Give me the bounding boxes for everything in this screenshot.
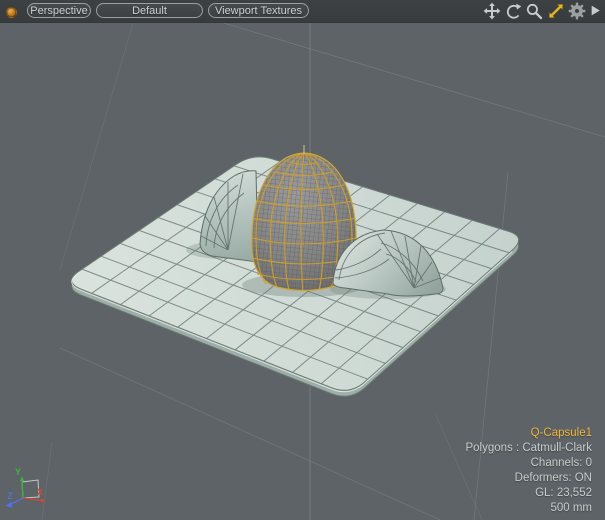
settings-gear-icon[interactable]	[568, 2, 586, 20]
modo-viewport-window: Perspective Default Viewport Textures	[0, 0, 605, 520]
pan-icon[interactable]	[483, 2, 501, 20]
viewport-header-bar: Perspective Default Viewport Textures	[0, 0, 605, 23]
rotate-icon[interactable]	[504, 2, 522, 20]
info-gl-count: GL: 23,552	[465, 486, 592, 501]
rollover-dot-icon[interactable]	[6, 7, 17, 18]
viewport-info-overlay: Q-Capsule1 Polygons : Catmull-Clark Chan…	[465, 426, 592, 516]
info-deformers: Deformers: ON	[465, 471, 592, 486]
axis-z-label: Z	[7, 491, 13, 501]
viewport-3d-area: Y X Z Q-Capsule1 Polygons : Catmull-Clar…	[0, 22, 605, 520]
info-grid-size: 500 mm	[465, 501, 592, 516]
info-polygons: Polygons : Catmull-Clark	[465, 441, 592, 456]
axis-x-label: X	[37, 487, 43, 497]
expand-arrow-icon[interactable]	[590, 4, 605, 22]
viewport-textures-button[interactable]: Viewport Textures	[208, 3, 309, 18]
view-type-button[interactable]: Perspective	[27, 3, 91, 18]
info-channels: Channels: 0	[465, 456, 592, 471]
selected-item-name: Q-Capsule1	[465, 426, 592, 441]
zoom-icon[interactable]	[525, 2, 543, 20]
maximize-icon[interactable]	[547, 2, 565, 20]
shading-style-button[interactable]: Default	[96, 3, 203, 18]
axis-y-label: Y	[15, 467, 21, 477]
